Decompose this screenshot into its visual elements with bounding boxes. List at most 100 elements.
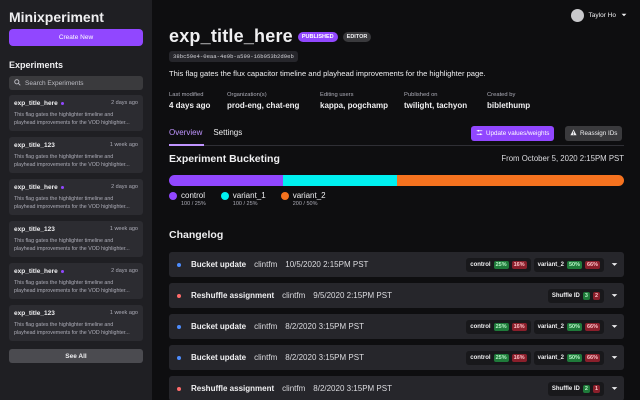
change-type-dot: [177, 386, 181, 391]
changelog-row[interactable]: Reshuffle assignment clintfm 9/5/2020 2:…: [169, 283, 624, 308]
tab-settings[interactable]: Settings: [213, 128, 242, 143]
experiment-time: 2 days ago: [111, 268, 138, 274]
flag-id[interactable]: 38bc59e4-0eaa-4e9b-a599-16b053b2d9eb: [169, 51, 298, 62]
change-time: 8/2/2020 3:15PM PST: [313, 384, 392, 393]
new-value-pill: 25%: [493, 260, 509, 269]
legend-variant-2: variant_2 200 / 50%: [280, 191, 326, 207]
status-dot: [60, 101, 64, 105]
user-menu[interactable]: Taylor Ho: [570, 9, 627, 22]
change-user: clintfm: [282, 384, 306, 393]
new-value-pill: 3: [582, 291, 590, 300]
see-all-button[interactable]: See All: [9, 349, 143, 363]
bucket-distribution-bar: [169, 175, 624, 186]
changelog-row[interactable]: Bucket update clintfm 8/2/2020 3:15PM PS…: [169, 314, 624, 339]
search-placeholder: Search Experiments: [25, 79, 84, 87]
search-icon: [14, 78, 21, 88]
experiment-name: exp_title_here: [14, 99, 58, 107]
change-title: Bucket update: [191, 322, 247, 331]
meta-organizations: Organization(s) prod-eng, chat-eng: [227, 92, 320, 110]
control-change-tag: control 25% 16%: [466, 319, 531, 334]
tag-label: variant_2: [537, 323, 564, 330]
changelog-row[interactable]: Reshuffle assignment clintfm 8/2/2020 3:…: [169, 376, 624, 400]
changelog-row[interactable]: Bucket update clintfm 10/5/2020 2:15PM P…: [169, 252, 624, 277]
update-values-button[interactable]: Update values/weights: [471, 126, 555, 141]
user-name: Taylor Ho: [588, 12, 616, 19]
bucket-legend: control 100 / 25% variant_1 100 / 25% va…: [169, 191, 326, 207]
legend-name: variant_2: [292, 191, 326, 200]
experiment-time: 1 week ago: [109, 142, 138, 148]
reassign-ids-button[interactable]: Reassign IDs: [565, 126, 623, 141]
old-value-pill: 16%: [511, 353, 527, 362]
change-title: Reshuffle assignment: [191, 291, 275, 300]
experiment-card[interactable]: exp_title_123 1 week ago This flag gates…: [9, 137, 143, 173]
editor-badge: EDITOR: [342, 31, 372, 42]
app-title: Minixperiment: [9, 9, 104, 25]
legend-dot: [220, 192, 229, 200]
legend-dot: [280, 192, 289, 200]
change-title: Bucket update: [191, 260, 247, 269]
avatar: [570, 9, 584, 22]
new-value-pill: 25%: [493, 353, 509, 362]
new-value-pill: 50%: [566, 322, 582, 331]
changelog-title: Changelog: [169, 229, 224, 241]
experiment-list: exp_title_here 2 days ago This flag gate…: [9, 95, 143, 341]
experiment-desc-line: playhead improvements for the VOD highli…: [14, 246, 130, 252]
variant-change-tag: variant_2 50% 66%: [533, 350, 604, 365]
warning-icon: [570, 129, 577, 138]
chevron-down-icon[interactable]: [611, 292, 618, 299]
tab-overview[interactable]: Overview: [169, 128, 202, 143]
change-user: clintfm: [254, 322, 278, 331]
meta-editing-users: Editing users kappa, pogchamp: [320, 92, 404, 110]
experiment-card[interactable]: exp_title_here 2 days ago This flag gate…: [9, 263, 143, 299]
meta-info: Last modified 4 days ago Organization(s)…: [169, 92, 530, 110]
tag-label: control: [470, 323, 491, 330]
tag-label: variant_2: [537, 354, 564, 361]
experiment-time: 1 week ago: [109, 226, 138, 232]
chevron-down-icon[interactable]: [611, 385, 618, 392]
bucket-segment-control: [169, 175, 283, 186]
change-time: 8/2/2020 3:15PM PST: [285, 322, 364, 331]
search-input[interactable]: Search Experiments: [9, 76, 143, 90]
experiment-name: exp_title_here: [14, 267, 58, 275]
experiment-desc-line: This flag gates the highlighter timeline…: [14, 322, 114, 328]
meta-value: biblethump: [487, 101, 531, 110]
change-time: 8/2/2020 3:15PM PST: [285, 353, 364, 362]
chevron-down-icon[interactable]: [611, 354, 618, 361]
old-value-pill: 16%: [511, 322, 527, 331]
meta-published-on: Published on twilight, tachyon: [404, 92, 487, 110]
change-type-dot: [177, 324, 181, 329]
reassign-ids-label: Reassign IDs: [580, 130, 618, 137]
tag-label: Shuffle ID: [551, 385, 580, 392]
experiment-description: This flag gates the flux capacitor timel…: [169, 69, 486, 78]
update-values-label: Update values/weights: [486, 130, 550, 137]
shuffle-id-tag: Shuffle ID 2 1: [547, 381, 604, 396]
meta-value: 4 days ago: [169, 101, 211, 110]
tab-divider: [169, 145, 624, 146]
experiment-desc-line: playhead improvements for the VOD highli…: [14, 330, 130, 336]
experiment-name: exp_title_123: [14, 309, 55, 317]
experiment-name: exp_title_123: [14, 141, 55, 149]
change-title: Bucket update: [191, 353, 247, 362]
experiment-card[interactable]: exp_title_here 2 days ago This flag gate…: [9, 179, 143, 215]
experiment-desc-line: This flag gates the highlighter timeline…: [14, 280, 114, 286]
new-value-pill: 50%: [566, 260, 582, 269]
chevron-down-icon[interactable]: [611, 323, 618, 330]
experiment-desc-line: This flag gates the highlighter timeline…: [14, 238, 114, 244]
experiments-section-title: Experiments: [9, 60, 64, 70]
variant-change-tag: variant_2 50% 66%: [533, 257, 604, 272]
changelog-row[interactable]: Bucket update clintfm 8/2/2020 3:15PM PS…: [169, 345, 624, 370]
legend-detail: 100 / 25%: [232, 201, 258, 207]
main-panel: Taylor Ho exp_title_here PUBLISHED EDITO…: [152, 0, 640, 400]
create-new-button[interactable]: Create New: [9, 29, 143, 46]
bucketing-date: From October 5, 2020 2:15PM PST: [501, 154, 624, 163]
experiment-card[interactable]: exp_title_here 2 days ago This flag gate…: [9, 95, 143, 131]
meta-label: Created by: [487, 92, 516, 98]
experiment-card[interactable]: exp_title_123 1 week ago This flag gates…: [9, 221, 143, 257]
experiment-time: 2 days ago: [111, 184, 138, 190]
chevron-down-icon[interactable]: [611, 261, 618, 268]
legend-detail: 100 / 25%: [181, 201, 206, 207]
legend-dot: [169, 192, 177, 200]
experiment-card[interactable]: exp_title_123 1 week ago This flag gates…: [9, 305, 143, 341]
meta-label: Organization(s): [227, 92, 267, 98]
tag-label: variant_2: [537, 261, 564, 268]
